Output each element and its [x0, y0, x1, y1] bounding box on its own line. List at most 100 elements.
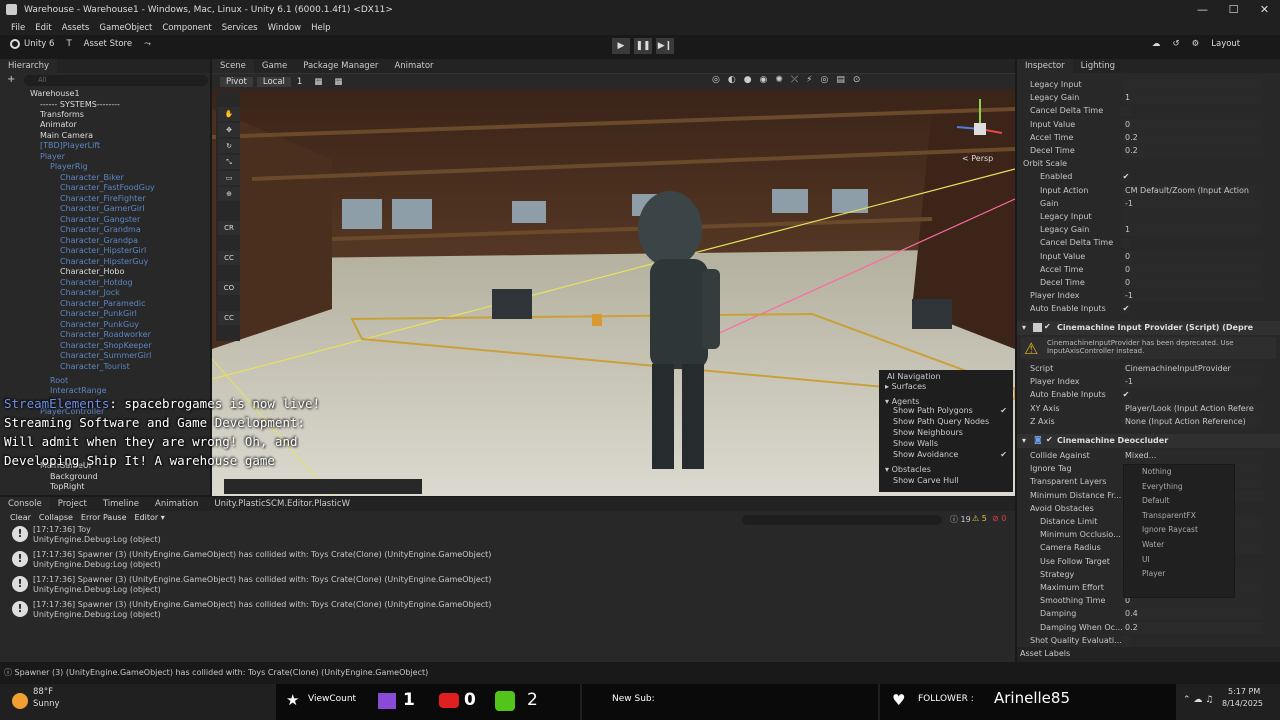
hierarchy-item[interactable]: Character_Grandma: [60, 225, 141, 234]
enabled-check-icon[interactable]: ✔: [1044, 322, 1051, 331]
hierarchy-item[interactable]: Character_Roadworker: [60, 330, 151, 339]
agents-option-check[interactable]: ✔: [1000, 406, 1007, 415]
error-pause-button[interactable]: Error Pause: [77, 513, 131, 522]
menu-services[interactable]: Services: [217, 23, 263, 33]
unity-version-button[interactable]: Unity 6: [24, 39, 60, 49]
hierarchy-item[interactable]: Character_Jock: [60, 288, 120, 297]
version-control-icon[interactable]: ⤳: [138, 39, 157, 49]
property-value-field[interactable]: Player/Look (Input Action Refere: [1123, 402, 1263, 415]
console-entry[interactable]: ! [17:17:36] Spawner (3) (UnityEngine.Gam…: [0, 548, 1012, 572]
deoccluder-header[interactable]: ▾ ◙ ✔ Cinemachine Deoccluder: [1017, 434, 1280, 448]
property-value-field[interactable]: 0: [1123, 263, 1263, 276]
rotate-tool-icon[interactable]: ↻: [218, 139, 240, 153]
clear-button[interactable]: Clear: [6, 513, 35, 522]
property-value-field[interactable]: 0: [1123, 250, 1263, 263]
cloud-icon[interactable]: ☁: [1146, 39, 1167, 49]
layer-option[interactable]: Water: [1124, 538, 1234, 553]
hierarchy-item[interactable]: Character_GamerGirl: [60, 204, 145, 213]
menu-window[interactable]: Window: [263, 23, 307, 33]
hierarchy-item[interactable]: Character_FastFoodGuy: [60, 183, 155, 192]
hierarchy-item[interactable]: Character_Biker: [60, 173, 124, 182]
clock-time[interactable]: 5:17 PM: [1228, 687, 1260, 696]
property-value-field[interactable]: 0.4: [1123, 608, 1263, 621]
layer-option[interactable]: Default: [1124, 494, 1234, 509]
property-value-field[interactable]: [1123, 79, 1263, 91]
agents-option[interactable]: Show Path Query Nodes: [879, 417, 1013, 428]
hierarchy-item[interactable]: Main Camera: [40, 131, 93, 140]
hierarchy-item[interactable]: Character_Gangster: [60, 215, 140, 224]
weather-temp[interactable]: 88°F: [33, 687, 53, 697]
tab-console[interactable]: Console: [0, 497, 50, 511]
history-icon[interactable]: ↺: [1167, 39, 1186, 49]
hierarchy-item[interactable]: Character_SummerGirl: [60, 351, 151, 360]
persp-label[interactable]: < Persp: [962, 154, 993, 163]
property-checkbox[interactable]: [1121, 106, 1131, 117]
transform-tool-icon[interactable]: ⊕: [218, 187, 240, 201]
hierarchy-search-input[interactable]: All: [24, 75, 208, 86]
hierarchy-item[interactable]: Root: [50, 376, 68, 385]
tab-hierarchy[interactable]: Hierarchy: [0, 59, 58, 73]
property-value-field[interactable]: CM Default/Zoom (Input Action: [1123, 184, 1263, 197]
enabled-check-icon-2[interactable]: ✔: [1046, 435, 1053, 444]
tool-cr[interactable]: CR: [218, 221, 240, 235]
agents-option[interactable]: Show Path Polygons ✔: [879, 406, 1013, 417]
hierarchy-item[interactable]: Character_PunkGirl: [60, 309, 137, 318]
editor-dropdown[interactable]: Editor ▾: [131, 513, 169, 522]
play-button[interactable]: ▶: [612, 38, 630, 54]
hierarchy-item[interactable]: PlayerRig: [50, 162, 88, 171]
layer-option[interactable]: TransparentFX: [1124, 509, 1234, 524]
obstacles-section[interactable]: ▾ Obstacles: [879, 461, 1013, 474]
account-button[interactable]: T: [60, 39, 77, 49]
add-icon[interactable]: +: [7, 74, 15, 85]
pivot-dropdown[interactable]: Pivot: [220, 76, 253, 87]
layer-option[interactable]: Ignore Raycast: [1124, 523, 1234, 538]
layer-option[interactable]: Player: [1124, 567, 1234, 582]
property-value-field[interactable]: -1: [1123, 197, 1263, 210]
hierarchy-item[interactable]: Character_Tourist: [60, 362, 130, 371]
property-value-field[interactable]: 0.2: [1123, 621, 1263, 634]
agents-option[interactable]: Show Walls: [879, 439, 1013, 450]
property-value-field[interactable]: Mixed...: [1123, 450, 1263, 462]
collapse-button[interactable]: Collapse: [35, 513, 77, 522]
layer-option[interactable]: Everything: [1124, 480, 1234, 495]
agents-option-check[interactable]: ✔: [1000, 450, 1007, 459]
tab-scene[interactable]: Scene: [212, 59, 254, 73]
surfaces-section[interactable]: ▸ Surfaces: [879, 381, 1013, 391]
input-provider-header[interactable]: ▾ ✔ Cinemachine Input Provider (Script) …: [1017, 321, 1280, 335]
hierarchy-item[interactable]: Character_FireFighter: [60, 194, 146, 203]
close-button[interactable]: ✕: [1249, 0, 1280, 20]
hierarchy-item[interactable]: Player: [40, 152, 65, 161]
hierarchy-item[interactable]: Character_HipsterGirl: [60, 246, 146, 255]
property-value-field[interactable]: CinemachineInputProvider: [1123, 363, 1263, 375]
hierarchy-item[interactable]: Transforms: [40, 110, 84, 119]
layer-option[interactable]: Nothing: [1124, 465, 1234, 480]
property-checkbox[interactable]: ✔: [1121, 172, 1131, 183]
property-value-field[interactable]: 1: [1123, 224, 1263, 237]
tab-lighting[interactable]: Lighting: [1073, 59, 1123, 73]
grid-icon[interactable]: ▦: [308, 77, 328, 87]
status-message[interactable]: ⓘ Spawner (3) (UnityEngine.GameObject) h…: [4, 667, 428, 678]
property-checkbox[interactable]: ✔: [1121, 304, 1131, 315]
property-checkbox[interactable]: [1121, 238, 1131, 249]
menu-component[interactable]: Component: [157, 23, 216, 33]
pause-button[interactable]: ❚❚: [634, 38, 652, 54]
menu-assets[interactable]: Assets: [57, 23, 95, 33]
maximize-button[interactable]: ☐: [1218, 0, 1249, 20]
layout-dropdown[interactable]: Layout: [1205, 39, 1246, 49]
tab-timeline[interactable]: Timeline: [95, 497, 147, 511]
hierarchy-item[interactable]: TopRight: [50, 482, 85, 491]
hierarchy-item[interactable]: Character_Hotdog: [60, 278, 133, 287]
settings-icon[interactable]: ⚙: [1186, 39, 1206, 49]
asset-store-button[interactable]: Asset Store: [78, 39, 138, 49]
hierarchy-item[interactable]: Background: [50, 472, 98, 481]
console-entry[interactable]: ! [17:17:36] Spawner (3) (UnityEngine.Gam…: [0, 573, 1012, 597]
property-value-field[interactable]: 0.2: [1123, 145, 1263, 157]
property-value-field[interactable]: 0: [1123, 118, 1263, 131]
property-checkbox[interactable]: ✔: [1121, 390, 1131, 401]
asset-labels[interactable]: Asset Labels: [1020, 649, 1070, 658]
move-tool-icon[interactable]: ✥: [218, 123, 240, 137]
scale-tool-icon[interactable]: ⤡: [218, 155, 240, 169]
rect-tool-icon[interactable]: ▭: [218, 171, 240, 185]
bottom-tool-overlay[interactable]: [224, 479, 422, 494]
agents-option[interactable]: Show Avoidance ✔: [879, 450, 1013, 461]
